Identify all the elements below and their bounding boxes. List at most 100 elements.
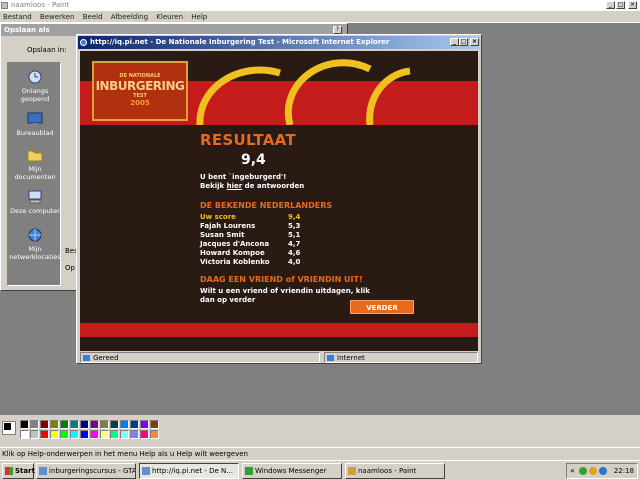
color-swatch[interactable] — [110, 420, 119, 429]
color-swatch[interactable] — [150, 420, 159, 429]
start-button[interactable]: Start — [2, 463, 35, 479]
page-icon — [83, 355, 90, 361]
place-desktop[interactable]: Bureaublad — [8, 111, 62, 137]
foreground-color — [4, 423, 11, 430]
ie-task-icon — [39, 467, 47, 475]
web-page: DE NATIONALE INBURGERING TEST 2005 RESUL… — [80, 51, 478, 351]
place-computer[interactable]: Deze computer — [8, 189, 62, 215]
answers-link[interactable]: hier — [227, 182, 243, 190]
task-gta[interactable]: inburgeringscursus - GTA... — [36, 463, 136, 479]
task-ie-active[interactable]: http://iq.pi.net - De N... — [139, 463, 239, 479]
task-label: inburgeringscursus - GTA... — [49, 467, 136, 475]
place-computer-label: Deze computer — [10, 207, 60, 215]
place-desktop-label: Bureaublad — [16, 129, 54, 137]
color-swatch[interactable] — [40, 420, 49, 429]
famous-name: Victoria Koblenko — [200, 258, 270, 266]
famous-score: 4,7 — [288, 240, 301, 248]
chevron-left-icon[interactable]: « — [570, 464, 575, 478]
inburgering-logo: DE NATIONALE INBURGERING TEST 2005 — [92, 61, 188, 121]
place-recent[interactable]: Onlangs geopend — [8, 69, 62, 103]
result-score: 9,4 — [241, 152, 266, 168]
task-label: http://iq.pi.net - De N... — [152, 467, 233, 475]
task-messenger[interactable]: Windows Messenger — [242, 463, 342, 479]
color-swatch[interactable] — [110, 430, 119, 439]
ie-close-button[interactable]: × — [470, 38, 479, 46]
color-swatch[interactable] — [60, 430, 69, 439]
ie-task-icon — [142, 467, 150, 475]
ie-title: http://iq.pi.net - De Nationale Inburger… — [90, 38, 390, 46]
place-documents[interactable]: Mijn documenten — [8, 147, 62, 181]
bottom-red-band — [80, 323, 478, 337]
color-swatch[interactable] — [30, 430, 39, 439]
status-ready-text: Gereed — [93, 354, 119, 362]
logo-line1: DE NATIONALE — [119, 73, 161, 79]
color-swatch[interactable] — [40, 430, 49, 439]
color-swatch[interactable] — [130, 420, 139, 429]
color-swatch[interactable] — [90, 430, 99, 439]
color-swatch[interactable] — [70, 430, 79, 439]
invite-line1: Wilt u een vriend of vriendin uitdagen, … — [200, 287, 370, 295]
messenger-tray-icon[interactable] — [579, 467, 587, 475]
famous-name: Uw score — [200, 213, 236, 221]
color-swatch[interactable] — [30, 420, 39, 429]
color-swatch[interactable] — [140, 430, 149, 439]
color-swatch[interactable] — [100, 430, 109, 439]
menu-bewerken[interactable]: Bewerken — [40, 13, 75, 21]
menu-bestand[interactable]: Bestand — [3, 13, 32, 21]
color-swatch[interactable] — [20, 420, 29, 429]
color-swatch[interactable] — [150, 430, 159, 439]
start-label: Start — [15, 467, 35, 475]
place-network[interactable]: Mijn netwerklocaties — [8, 227, 62, 261]
ie-maximize-button[interactable]: □ — [459, 38, 468, 46]
tray-icon[interactable] — [589, 467, 597, 475]
color-swatch[interactable] — [120, 420, 129, 429]
color-swatch[interactable] — [70, 420, 79, 429]
color-swatch[interactable] — [20, 430, 29, 439]
paint-status-bar: Klik op Help-onderwerpen in het menu Hel… — [0, 447, 640, 460]
color-swatch[interactable] — [60, 420, 69, 429]
menu-beeld[interactable]: Beeld — [83, 13, 103, 21]
place-recent-label: Onlangs geopend — [20, 87, 50, 103]
color-swatch[interactable] — [50, 420, 59, 429]
status-zone: Internet — [324, 352, 478, 363]
network-icon — [28, 228, 42, 242]
task-label: naamloos - Paint — [358, 467, 417, 475]
color-swatch[interactable] — [140, 420, 149, 429]
famous-name: Howard Kompoe — [200, 249, 265, 257]
verder-button[interactable]: VERDER — [350, 300, 414, 314]
famous-heading: DE BEKENDE NEDERLANDERS — [200, 201, 333, 210]
invite-line2: dan op verder — [200, 296, 256, 304]
paint-title: naamloos - Paint — [11, 1, 70, 9]
task-label: Windows Messenger — [255, 467, 327, 475]
folder-icon — [27, 150, 43, 162]
paint-icon — [348, 467, 356, 475]
current-colors[interactable] — [2, 421, 16, 435]
system-tray: « 22:18 — [566, 463, 638, 479]
places-bar: Onlangs geopend Bureaublad Mijn document… — [7, 62, 61, 286]
color-swatch[interactable] — [50, 430, 59, 439]
help-button[interactable]: ? — [333, 26, 342, 34]
color-swatch[interactable] — [80, 420, 89, 429]
menu-help[interactable]: Help — [191, 13, 207, 21]
color-swatch[interactable] — [90, 420, 99, 429]
task-paint[interactable]: naamloos - Paint — [345, 463, 445, 479]
menu-afbeelding[interactable]: Afbeelding — [111, 13, 148, 21]
color-swatch[interactable] — [130, 430, 139, 439]
clock-icon — [28, 70, 42, 84]
color-swatch[interactable] — [100, 420, 109, 429]
famous-score: 4,0 — [288, 258, 301, 266]
paint-maximize-button[interactable]: □ — [616, 1, 625, 9]
menu-kleuren[interactable]: Kleuren — [156, 13, 183, 21]
color-swatch[interactable] — [80, 430, 89, 439]
speaker-icon[interactable] — [599, 467, 607, 475]
famous-name: Jacques d'Ancona — [200, 240, 270, 248]
paint-minimize-button[interactable]: _ — [606, 1, 615, 9]
paint-close-button[interactable]: × — [628, 1, 637, 9]
windows-logo-icon — [5, 467, 13, 475]
ie-minimize-button[interactable]: _ — [450, 38, 459, 46]
paint-app-icon — [1, 2, 8, 9]
file-type-label-partial: Op — [65, 264, 75, 272]
famous-name: Fajah Lourens — [200, 222, 256, 230]
clock: 22:18 — [613, 467, 634, 475]
color-swatch[interactable] — [120, 430, 129, 439]
